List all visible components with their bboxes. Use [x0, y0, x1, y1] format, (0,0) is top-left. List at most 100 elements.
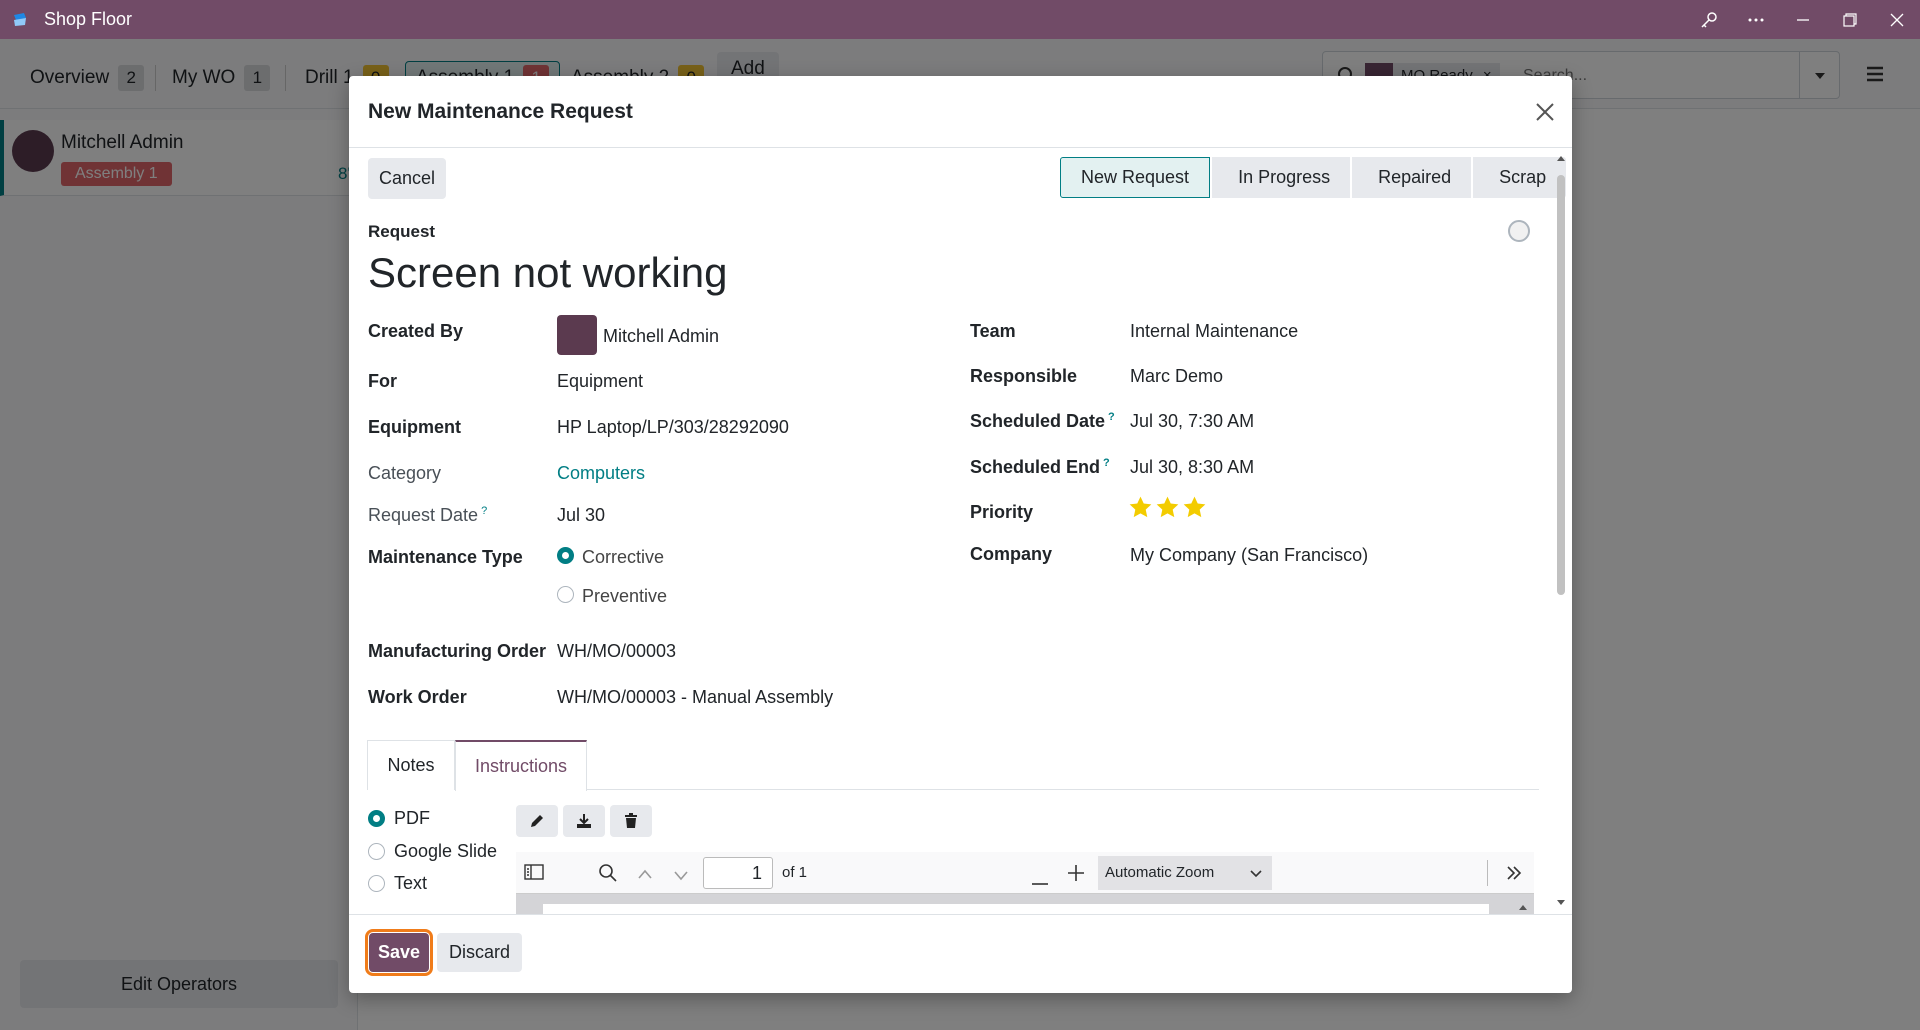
dialog-scrollbar[interactable] — [1554, 155, 1568, 907]
work-order-label: Work Order — [368, 687, 467, 707]
pdf-search-icon[interactable] — [598, 863, 618, 888]
scroll-up-icon[interactable] — [1557, 155, 1565, 162]
responsible-label: Responsible — [970, 366, 1078, 386]
equipment-value[interactable]: HP Laptop/LP/303/28292090 — [557, 417, 789, 438]
chevron-down-icon — [1250, 870, 1262, 878]
dialog-body: Cancel New Request In Progress Repaired … — [349, 149, 1572, 914]
key-icon[interactable] — [1685, 0, 1732, 39]
zoom-out-icon[interactable] — [1032, 872, 1048, 890]
notebook-tabs: Notes Instructions — [367, 740, 1539, 791]
minimize-icon[interactable] — [1779, 0, 1826, 39]
download-icon[interactable] — [563, 805, 605, 837]
previous-page-icon[interactable] — [637, 866, 653, 884]
save-button[interactable]: Save — [365, 929, 433, 976]
created-by-value[interactable]: Mitchell Admin — [603, 326, 719, 347]
manufacturing-order-value[interactable]: WH/MO/00003 — [557, 641, 676, 662]
for-value[interactable]: Equipment — [557, 371, 643, 392]
app-icon — [14, 12, 26, 26]
request-label: Request — [368, 222, 436, 241]
scroll-up-icon[interactable] — [1518, 898, 1528, 914]
scheduled-date-label: Scheduled Date? — [970, 411, 1115, 432]
team-value[interactable]: Internal Maintenance — [1130, 321, 1298, 342]
pdf-radio[interactable] — [368, 810, 385, 827]
toolbar-divider — [1487, 860, 1488, 886]
cancel-button[interactable]: Cancel — [368, 158, 446, 199]
maintenance-type-label: Maintenance Type — [368, 547, 523, 567]
scroll-down-icon[interactable] — [1557, 899, 1565, 906]
request-name-field[interactable]: Screen not working — [368, 249, 728, 297]
pdf-viewer[interactable]: 1 of 1 Automatic Zoom — [516, 852, 1534, 914]
company-value[interactable]: My Company (San Francisco) — [1130, 545, 1368, 566]
scheduled-date-label-text: Scheduled Date — [970, 411, 1106, 431]
trash-icon[interactable] — [610, 805, 652, 837]
for-label: For — [368, 371, 397, 391]
avatar — [557, 315, 597, 355]
text-radio[interactable] — [368, 875, 385, 892]
discard-button[interactable]: Discard — [437, 933, 522, 972]
scheduled-date-value[interactable]: Jul 30, 7:30 AM — [1130, 411, 1254, 432]
google-slide-option-label[interactable]: Google Slide — [394, 841, 497, 862]
google-slide-radio[interactable] — [368, 843, 385, 860]
request-date-label: Request Date? — [368, 505, 487, 526]
edit-icon[interactable] — [516, 805, 558, 837]
equipment-label: Equipment — [368, 417, 461, 437]
pdf-toolbar: 1 of 1 Automatic Zoom — [516, 852, 1534, 894]
category-label: Category — [368, 463, 442, 483]
tab-notes[interactable]: Notes — [367, 740, 455, 790]
help-icon[interactable]: ? — [1108, 411, 1115, 423]
kanban-state-icon[interactable] — [1508, 220, 1530, 242]
pdf-option-label[interactable]: PDF — [394, 808, 430, 829]
preventive-option-label[interactable]: Preventive — [582, 586, 667, 607]
corrective-radio[interactable] — [557, 547, 574, 564]
close-icon[interactable] — [1531, 98, 1559, 126]
window-titlebar: Shop Floor — [0, 0, 1920, 39]
maintenance-request-dialog: New Maintenance Request Cancel New Reque… — [349, 76, 1572, 993]
tools-expand-icon[interactable] — [1506, 865, 1522, 886]
more-icon[interactable] — [1732, 0, 1779, 39]
work-order-value[interactable]: WH/MO/00003 - Manual Assembly — [557, 687, 833, 708]
page-number-input[interactable]: 1 — [703, 857, 773, 889]
pdf-canvas — [516, 894, 1534, 914]
stage-new-request[interactable]: New Request — [1060, 157, 1211, 198]
stage-in-progress[interactable]: In Progress — [1212, 157, 1351, 198]
pdf-page — [543, 904, 1489, 914]
priority-stars — [1128, 495, 1207, 520]
team-label: Team — [970, 321, 1016, 341]
created-by-label: Created By — [368, 321, 464, 341]
next-page-icon[interactable] — [673, 868, 689, 886]
star-icon[interactable] — [1182, 495, 1207, 520]
zoom-in-icon[interactable] — [1068, 865, 1084, 886]
corrective-option-label[interactable]: Corrective — [582, 547, 664, 568]
manufacturing-order-label: Manufacturing Order — [368, 641, 547, 661]
star-icon[interactable] — [1128, 495, 1153, 520]
page-count: of 1 — [782, 864, 808, 881]
priority-label: Priority — [970, 502, 1034, 522]
scheduled-end-label-text: Scheduled End — [970, 457, 1101, 477]
tab-instructions[interactable]: Instructions — [455, 740, 587, 791]
request-date-value[interactable]: Jul 30 — [557, 505, 605, 526]
stage-scrap[interactable]: Scrap — [1473, 157, 1567, 198]
category-link[interactable]: Computers — [557, 463, 645, 484]
preventive-radio[interactable] — [557, 586, 574, 603]
dialog-title: New Maintenance Request — [368, 100, 633, 123]
scheduled-end-label: Scheduled End? — [970, 457, 1110, 478]
zoom-value: Automatic Zoom — [1105, 864, 1215, 881]
window-title: Shop Floor — [44, 9, 133, 29]
zoom-select[interactable]: Automatic Zoom — [1098, 856, 1272, 890]
star-icon[interactable] — [1155, 495, 1180, 520]
help-icon[interactable]: ? — [1103, 457, 1110, 469]
dialog-footer: Save Discard — [349, 914, 1572, 993]
responsible-value[interactable]: Marc Demo — [1130, 366, 1223, 387]
stage-repaired[interactable]: Repaired — [1352, 157, 1472, 198]
scroll-thumb[interactable] — [1557, 175, 1565, 595]
scheduled-end-value[interactable]: Jul 30, 8:30 AM — [1130, 457, 1254, 478]
company-label: Company — [970, 544, 1053, 564]
request-date-label-text: Request Date — [368, 505, 479, 525]
dialog-header: New Maintenance Request — [349, 76, 1572, 148]
restore-icon[interactable] — [1826, 0, 1873, 39]
sidebar-toggle-icon[interactable] — [524, 864, 544, 885]
close-window-icon[interactable] — [1873, 0, 1920, 39]
text-option-label[interactable]: Text — [394, 873, 427, 894]
stage-statusbar: New Request In Progress Repaired Scrap — [1060, 157, 1568, 198]
help-icon[interactable]: ? — [481, 505, 487, 517]
